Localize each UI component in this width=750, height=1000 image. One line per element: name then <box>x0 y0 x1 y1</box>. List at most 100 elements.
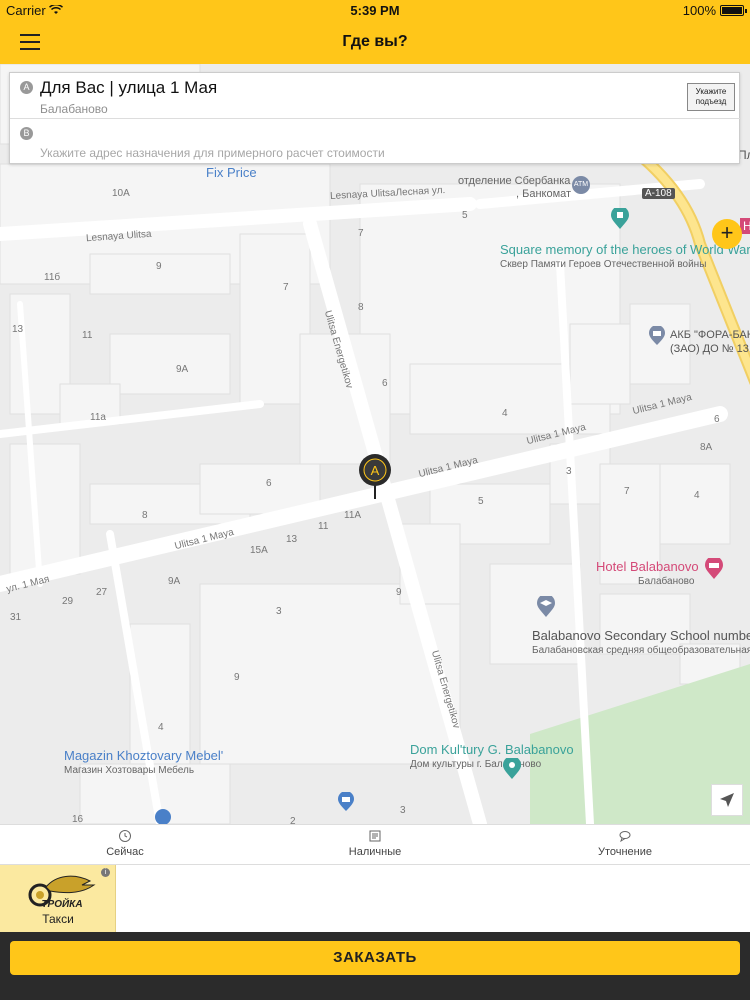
house-number: 9 <box>156 261 162 272</box>
pin-b-icon: B <box>20 127 33 140</box>
house-number: 11A <box>344 510 362 521</box>
tab-label: Наличные <box>348 846 402 858</box>
poi-subtitle: (ЗАО) ДО № 13... <box>670 343 750 355</box>
tariff-name: Такси <box>42 912 74 926</box>
house-number: 3 <box>566 466 572 477</box>
locate-me-button[interactable] <box>711 784 743 816</box>
school-icon[interactable] <box>536 596 556 618</box>
poi-sberbank[interactable]: отделение Сбербанка , Банкомат <box>458 175 571 201</box>
poi-title: Magazin Khoztovary Mebel' <box>64 748 224 763</box>
house-number: 9A <box>176 364 189 375</box>
house-number: 27 <box>96 587 108 598</box>
battery-icon <box>720 5 747 16</box>
house-number: 8A <box>700 442 713 453</box>
poi-title: Dom Kul'tury G. Balabanovo <box>410 742 574 757</box>
clock-time: 5:39 PM <box>350 3 400 18</box>
poi-subtitle: Сквер Памяти Героев Отечественной войны <box>500 259 707 270</box>
theater-icon[interactable] <box>502 758 522 780</box>
address-panel: A Для Вас | улица 1 Мая Балабаново Укажи… <box>9 72 741 165</box>
house-number: 4 <box>158 722 164 733</box>
atm-icon[interactable]: АТМ <box>572 176 590 194</box>
map-view[interactable]: Lesnaya Ulitsa Lesnaya UlitsaЛесная ул. … <box>0 64 750 824</box>
house-number: 9 <box>234 672 240 683</box>
house-number: 5 <box>478 496 484 507</box>
poi-school[interactable]: Balabanovo Secondary School number 1 Бал… <box>532 628 750 657</box>
marker-letter: A <box>371 463 380 478</box>
pickup-city: Балабаново <box>40 102 108 116</box>
clock-icon <box>119 830 131 842</box>
house-number: 4 <box>694 490 700 501</box>
poi-title: АКБ "ФОРА-БАНК" <box>670 329 750 341</box>
house-number: 11 <box>318 521 329 532</box>
destination-address-row[interactable]: B Укажите адрес назначения для примерног… <box>10 119 741 165</box>
status-bar: Carrier 5:39 PM 100% <box>0 0 750 22</box>
order-button[interactable]: ЗАКАЗАТЬ <box>10 941 740 975</box>
entrance-button[interactable]: Укажите подъезд <box>687 83 735 111</box>
poi-hotel[interactable]: Hotel Balabanovo Балабаново <box>596 559 699 588</box>
house-number: 4 <box>502 408 508 419</box>
monument-icon[interactable] <box>610 208 630 230</box>
house-number: 2 <box>290 816 296 824</box>
house-number: 6 <box>382 378 388 389</box>
tab-label: Сейчас <box>106 846 144 858</box>
tab-time[interactable]: Сейчас <box>0 825 250 865</box>
hotel-icon[interactable] <box>704 558 724 580</box>
poi-subtitle: Магазин Хозтовары Мебель <box>64 765 195 776</box>
battery-percent: 100% <box>682 3 716 18</box>
house-number: 7 <box>283 282 289 293</box>
house-number: 9 <box>396 587 402 598</box>
options-bar: Сейчас Наличные Уточнение <box>0 824 750 864</box>
bank-icon[interactable] <box>648 326 666 346</box>
poi-subtitle: , Банкомат <box>516 188 572 200</box>
pickup-address-row[interactable]: A Для Вас | улица 1 Мая Балабаново Укажи… <box>10 73 741 119</box>
poi-subtitle: Дом культуры г. Балабаново <box>410 759 542 770</box>
troika-logo-icon: ТРОЙКА <box>28 875 96 910</box>
page-title: Где вы? <box>342 33 408 50</box>
atm-label: АТМ <box>573 181 589 188</box>
poi-bank[interactable]: АКБ "ФОРА-БАНК" (ЗАО) ДО № 13... <box>670 328 750 356</box>
house-number: 31 <box>10 612 22 623</box>
poi-title: Balabanovo Secondary School number 1 <box>532 628 750 643</box>
comment-icon <box>619 831 631 843</box>
logo-text: ТРОЙКА <box>41 897 82 910</box>
poi-title: отделение Сбербанка <box>458 175 571 187</box>
poi-culture[interactable]: Dom Kul'tury G. Balabanovo Дом культуры … <box>410 742 574 771</box>
house-number: 6 <box>714 414 720 425</box>
house-number: 29 <box>62 596 74 607</box>
poi-memorial[interactable]: Square memory of the heroes of World War… <box>500 242 750 271</box>
info-icon[interactable]: i <box>101 868 110 877</box>
house-number: 8 <box>358 302 364 313</box>
house-number: 7 <box>358 228 364 239</box>
pin-a-icon: A <box>20 81 33 94</box>
house-number: 11 <box>82 330 93 341</box>
poi-fix-price[interactable]: Fix Price <box>206 147 257 181</box>
map-canvas <box>0 64 750 824</box>
tab-comment[interactable]: Уточнение <box>500 825 750 865</box>
poi-title: Hotel Balabanovo <box>596 559 699 574</box>
nav-bar: Где вы? <box>0 22 750 64</box>
cash-icon <box>369 830 381 842</box>
poi-title: Fix Price <box>206 165 257 180</box>
tab-payment[interactable]: Наличные <box>250 825 500 865</box>
road-shield: A-108 <box>642 188 675 199</box>
poi-furniture[interactable]: Magazin Khoztovary Mebel' Магазин Хозтов… <box>64 748 223 777</box>
house-number: 3 <box>400 805 406 816</box>
house-number: 8 <box>142 510 148 521</box>
house-number: 5 <box>462 210 468 221</box>
cart-icon[interactable] <box>337 792 355 812</box>
pickup-marker-icon[interactable]: A <box>358 453 392 499</box>
tariff-card-taxi[interactable]: i ТРОЙКА Такси <box>0 865 116 933</box>
tariff-strip: i ТРОЙКА Такси <box>0 864 750 933</box>
house-number: 6 <box>266 478 272 489</box>
poi-title: Square memory of the heroes of World War… <box>500 242 750 257</box>
tab-label: Уточнение <box>597 846 653 858</box>
battery-indicator: 100% <box>682 3 747 18</box>
add-stop-button[interactable]: + <box>712 219 742 249</box>
store-icon[interactable] <box>154 808 172 824</box>
destination-placeholder: Укажите адрес назначения для примерного … <box>40 146 385 160</box>
house-number: 3 <box>276 606 282 617</box>
order-bar: ЗАКАЗАТЬ <box>0 932 750 1000</box>
house-number: 13 <box>12 324 24 335</box>
house-number: 7 <box>624 486 630 497</box>
house-number: 11a <box>90 412 106 423</box>
